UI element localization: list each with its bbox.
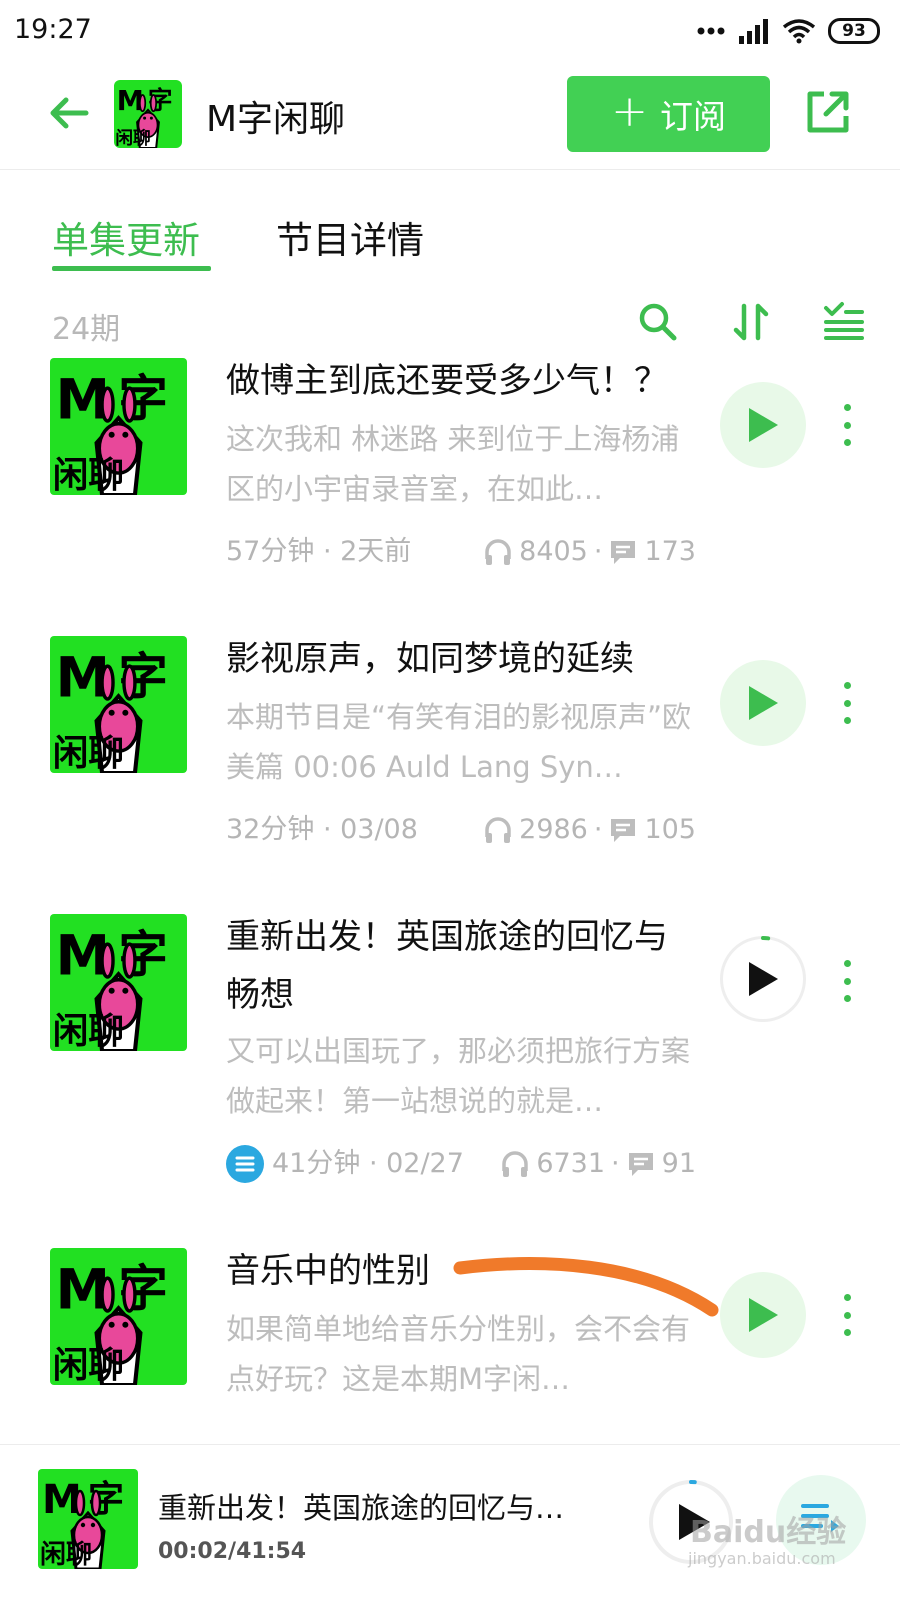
watermark-url: jingyan.baidu.com [688,1549,836,1568]
play-count: 8405 [519,536,588,567]
status-icons: 93 [696,16,880,46]
episode-meta: 32分钟 · 03/08 2986 · 105 [226,810,696,850]
svg-text:闲聊: 闲聊 [40,1540,92,1569]
subscribe-button[interactable]: + 订阅 [567,76,770,152]
episode-duration-date: 41分钟 · 02/27 [272,1148,464,1179]
status-time: 19:27 [14,14,92,45]
episode-item[interactable]: M 字闲聊 做博主到底还要受多少气！？ 这次我和 林迷路 来到位于上海杨浦区的小宇… [0,350,900,590]
play-count: 6731 [536,1148,606,1179]
episode-title[interactable]: 重新出发！英国旅途的回忆与畅想 [226,908,696,1024]
play-button[interactable] [720,382,806,468]
watermark-logo: Baidu经验 [690,1515,847,1550]
episode-duration-date: 32分钟 · 03/08 [226,814,418,845]
headphones-icon [485,539,511,565]
page-title: M字闲聊 [206,99,346,140]
meta-separator: · [593,536,603,567]
comment-icon [628,1153,653,1176]
search-icon[interactable] [636,300,680,344]
more-button[interactable] [832,678,862,728]
headphones-icon [502,1151,529,1177]
cover-art: M 字闲聊 [50,636,187,773]
plus-icon: + [611,86,648,137]
mini-player[interactable]: M 字闲聊 重新出发！英国旅途的回忆与… 00:02/41:54 Baidu经验 … [0,1444,900,1600]
headphones-icon [485,817,511,843]
meta-separator: · [611,1148,620,1179]
episode-description: 又可以出国玩了，那必须把旅行方案做起来！第一站想说的就是… [226,1034,691,1118]
episode-count: 24期 [52,312,121,347]
player-cover[interactable]: M 字闲聊 [38,1469,138,1569]
comment-count: 91 [661,1148,696,1179]
cover-art: M 字闲聊 [50,358,187,495]
episode-item[interactable]: M 字闲聊 影视原声，如同梦境的延续 本期节目是“有笑有泪的影视原声”欧美篇 00… [0,628,900,868]
tab-details[interactable]: 节目详情 [276,210,424,264]
episode-meta: 41分钟 · 02/27 6731 · 91 [226,1144,696,1184]
play-button[interactable] [720,936,806,1022]
play-icon [749,408,778,442]
episode-description: 这次我和 林迷路 来到位于上海杨浦区的小宇宙录音室，在如此… [226,422,680,506]
header: M 字闲聊 M字闲聊 + 订阅 [0,64,900,170]
episode-cover[interactable]: M 字闲聊 [50,358,187,495]
more-button[interactable] [832,1290,862,1340]
episode-item[interactable]: M 字闲聊 音乐中的性别 如果简单地给音乐分性别，会不会有点好玩？这是本期M字闲… [0,1240,900,1440]
svg-text:闲聊: 闲聊 [53,1345,124,1385]
play-button[interactable] [720,660,806,746]
svg-text:闲聊: 闲聊 [53,733,124,773]
svg-text:闲聊: 闲聊 [115,127,150,148]
notes-icon [226,1145,264,1183]
episode-title[interactable]: 做博主到底还要受多少气！？ [226,352,696,410]
battery-level: 93 [842,21,866,41]
episode-title[interactable]: 音乐中的性别 [226,1242,696,1300]
episode-item[interactable]: M 字闲聊 重新出发！英国旅途的回忆与畅想 又可以出国玩了，那必须把旅行方案做起来… [0,906,900,1196]
more-button[interactable] [832,400,862,450]
episode-description: 如果简单地给音乐分性别，会不会有点好玩？这是本期M字闲… [226,1312,691,1396]
player-time: 00:02/41:54 [158,1539,307,1564]
play-button[interactable] [720,1272,806,1358]
signal-icon [739,19,768,44]
status-bar: 19:27 93 [0,0,900,64]
episode-cover[interactable]: M 字闲聊 [50,914,187,1051]
episode-duration-date: 57分钟 · 2天前 [226,536,412,567]
cover-art: M 字闲聊 [50,1248,187,1385]
cover-art: M 字闲聊 [50,914,187,1051]
comment-count: 105 [644,814,696,845]
episode-description: 本期节目是“有笑有泪的影视原声”欧美篇 00:06 Auld Lang Syn… [226,700,692,784]
cover-art: M 字闲聊 [114,80,182,148]
subscribe-label: 订阅 [659,97,726,136]
player-title[interactable]: 重新出发！英国旅途的回忆与… [158,1485,598,1527]
filter-icon[interactable] [822,300,866,344]
svg-text:闲聊: 闲聊 [53,455,124,495]
tab-indicator [52,266,211,271]
more-button[interactable] [832,956,862,1006]
comment-count: 173 [644,536,696,567]
tab-episodes[interactable]: 单集更新 [52,210,200,264]
sort-icon[interactable] [730,300,774,344]
play-icon [749,1298,778,1332]
progress-ring [761,936,771,941]
episode-meta: 57分钟 · 2天前 8405 · 173 [226,532,696,572]
meta-separator: · [593,814,603,845]
share-icon[interactable] [802,86,854,138]
episode-title[interactable]: 影视原声，如同梦境的延续 [226,630,696,688]
cover-art: M 字闲聊 [38,1469,138,1569]
back-arrow-icon[interactable] [44,88,94,138]
wifi-icon [782,19,816,44]
podcast-cover[interactable]: M 字闲聊 [114,80,182,148]
battery-indicator: 93 [828,18,880,44]
play-icon [749,686,778,720]
more-dots-icon [697,27,725,35]
comment-icon [611,819,636,842]
episode-cover[interactable]: M 字闲聊 [50,1248,187,1385]
svg-text:闲聊: 闲聊 [53,1011,124,1051]
episode-cover[interactable]: M 字闲聊 [50,636,187,773]
play-count: 2986 [519,814,588,845]
comment-icon [611,541,636,564]
